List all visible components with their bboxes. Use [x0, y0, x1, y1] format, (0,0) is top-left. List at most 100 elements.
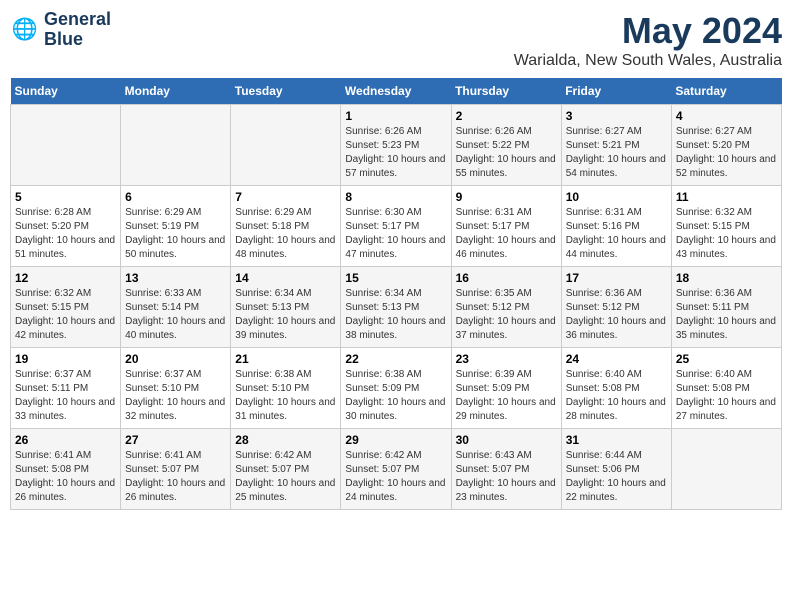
day-number: 30 — [456, 433, 557, 447]
day-info: Sunrise: 6:29 AM Sunset: 5:18 PM Dayligh… — [235, 206, 336, 262]
calendar-cell — [671, 429, 781, 510]
calendar-header: SundayMondayTuesdayWednesdayThursdayFrid… — [11, 78, 782, 105]
weekday-row: SundayMondayTuesdayWednesdayThursdayFrid… — [11, 78, 782, 105]
day-number: 12 — [15, 271, 116, 285]
day-info: Sunrise: 6:38 AM Sunset: 5:10 PM Dayligh… — [235, 368, 336, 424]
week-row: 12 Sunrise: 6:32 AM Sunset: 5:15 PM Dayli… — [11, 267, 782, 348]
day-number: 21 — [235, 352, 336, 366]
weekday-header: Tuesday — [231, 78, 341, 105]
day-info: Sunrise: 6:26 AM Sunset: 5:23 PM Dayligh… — [345, 125, 446, 181]
day-info: Sunrise: 6:32 AM Sunset: 5:15 PM Dayligh… — [676, 206, 777, 262]
day-info: Sunrise: 6:35 AM Sunset: 5:12 PM Dayligh… — [456, 287, 557, 343]
calendar-cell: 29 Sunrise: 6:42 AM Sunset: 5:07 PM Dayli… — [341, 429, 451, 510]
day-number: 13 — [125, 271, 226, 285]
day-number: 1 — [345, 109, 446, 123]
week-row: 26 Sunrise: 6:41 AM Sunset: 5:08 PM Dayli… — [11, 429, 782, 510]
day-number: 26 — [15, 433, 116, 447]
day-number: 20 — [125, 352, 226, 366]
day-info: Sunrise: 6:42 AM Sunset: 5:07 PM Dayligh… — [235, 449, 336, 505]
calendar-cell: 30 Sunrise: 6:43 AM Sunset: 5:07 PM Dayli… — [451, 429, 561, 510]
day-number: 29 — [345, 433, 446, 447]
day-number: 25 — [676, 352, 777, 366]
calendar-cell: 12 Sunrise: 6:32 AM Sunset: 5:15 PM Dayli… — [11, 267, 121, 348]
day-info: Sunrise: 6:43 AM Sunset: 5:07 PM Dayligh… — [456, 449, 557, 505]
day-number: 22 — [345, 352, 446, 366]
calendar-cell: 10Sunrise: 6:31 AM Sunset: 5:16 PM Dayli… — [561, 186, 671, 267]
day-number: 2 — [456, 109, 557, 123]
calendar-cell: 23 Sunrise: 6:39 AM Sunset: 5:09 PM Dayli… — [451, 348, 561, 429]
day-info: Sunrise: 6:42 AM Sunset: 5:07 PM Dayligh… — [345, 449, 446, 505]
calendar-body: 1 Sunrise: 6:26 AM Sunset: 5:23 PM Daylig… — [11, 105, 782, 510]
weekday-header: Wednesday — [341, 78, 451, 105]
day-info: Sunrise: 6:27 AM Sunset: 5:21 PM Dayligh… — [566, 125, 667, 181]
day-info: Sunrise: 6:26 AM Sunset: 5:22 PM Dayligh… — [456, 125, 557, 181]
calendar-cell: 2 Sunrise: 6:26 AM Sunset: 5:22 PM Daylig… — [451, 105, 561, 186]
weekday-header: Saturday — [671, 78, 781, 105]
day-number: 6 — [125, 190, 226, 204]
day-info: Sunrise: 6:31 AM Sunset: 5:17 PM Dayligh… — [456, 206, 557, 262]
day-number: 7 — [235, 190, 336, 204]
day-info: Sunrise: 6:29 AM Sunset: 5:19 PM Dayligh… — [125, 206, 226, 262]
calendar-cell: 1 Sunrise: 6:26 AM Sunset: 5:23 PM Daylig… — [341, 105, 451, 186]
logo-line2: Blue — [44, 30, 111, 50]
calendar-table: SundayMondayTuesdayWednesdayThursdayFrid… — [10, 78, 782, 510]
day-info: Sunrise: 6:28 AM Sunset: 5:20 PM Dayligh… — [15, 206, 116, 262]
day-number: 27 — [125, 433, 226, 447]
calendar-cell: 21 Sunrise: 6:38 AM Sunset: 5:10 PM Dayli… — [231, 348, 341, 429]
day-number: 31 — [566, 433, 667, 447]
day-number: 16 — [456, 271, 557, 285]
day-number: 19 — [15, 352, 116, 366]
weekday-header: Thursday — [451, 78, 561, 105]
week-row: 5Sunrise: 6:28 AM Sunset: 5:20 PM Daylig… — [11, 186, 782, 267]
calendar-cell: 3 Sunrise: 6:27 AM Sunset: 5:21 PM Daylig… — [561, 105, 671, 186]
location-title: Warialda, New South Wales, Australia — [514, 52, 782, 70]
weekday-header: Sunday — [11, 78, 121, 105]
calendar-cell: 7 Sunrise: 6:29 AM Sunset: 5:18 PM Daylig… — [231, 186, 341, 267]
day-info: Sunrise: 6:41 AM Sunset: 5:08 PM Dayligh… — [15, 449, 116, 505]
calendar-cell: 14Sunrise: 6:34 AM Sunset: 5:13 PM Dayli… — [231, 267, 341, 348]
calendar-cell: 11 Sunrise: 6:32 AM Sunset: 5:15 PM Dayli… — [671, 186, 781, 267]
logo: 🌐 General Blue — [10, 10, 111, 50]
week-row: 1 Sunrise: 6:26 AM Sunset: 5:23 PM Daylig… — [11, 105, 782, 186]
day-number: 24 — [566, 352, 667, 366]
day-info: Sunrise: 6:36 AM Sunset: 5:12 PM Dayligh… — [566, 287, 667, 343]
day-info: Sunrise: 6:40 AM Sunset: 5:08 PM Dayligh… — [676, 368, 777, 424]
calendar-cell: 26 Sunrise: 6:41 AM Sunset: 5:08 PM Dayli… — [11, 429, 121, 510]
day-number: 14 — [235, 271, 336, 285]
day-info: Sunrise: 6:40 AM Sunset: 5:08 PM Dayligh… — [566, 368, 667, 424]
calendar-cell: 18 Sunrise: 6:36 AM Sunset: 5:11 PM Dayli… — [671, 267, 781, 348]
day-info: Sunrise: 6:37 AM Sunset: 5:11 PM Dayligh… — [15, 368, 116, 424]
calendar-cell: 16 Sunrise: 6:35 AM Sunset: 5:12 PM Dayli… — [451, 267, 561, 348]
day-number: 9 — [456, 190, 557, 204]
day-number: 4 — [676, 109, 777, 123]
logo-icon: 🌐 — [10, 15, 40, 45]
calendar-cell: 9 Sunrise: 6:31 AM Sunset: 5:17 PM Daylig… — [451, 186, 561, 267]
day-number: 23 — [456, 352, 557, 366]
calendar-cell: 19 Sunrise: 6:37 AM Sunset: 5:11 PM Dayli… — [11, 348, 121, 429]
day-info: Sunrise: 6:37 AM Sunset: 5:10 PM Dayligh… — [125, 368, 226, 424]
calendar-cell: 17Sunrise: 6:36 AM Sunset: 5:12 PM Dayli… — [561, 267, 671, 348]
svg-text:🌐: 🌐 — [12, 16, 38, 41]
logo-line1: General — [44, 10, 111, 30]
calendar-cell — [11, 105, 121, 186]
day-info: Sunrise: 6:39 AM Sunset: 5:09 PM Dayligh… — [456, 368, 557, 424]
day-number: 18 — [676, 271, 777, 285]
day-info: Sunrise: 6:38 AM Sunset: 5:09 PM Dayligh… — [345, 368, 446, 424]
title-block: May 2024 Warialda, New South Wales, Aust… — [514, 10, 782, 70]
day-info: Sunrise: 6:27 AM Sunset: 5:20 PM Dayligh… — [676, 125, 777, 181]
day-info: Sunrise: 6:30 AM Sunset: 5:17 PM Dayligh… — [345, 206, 446, 262]
day-info: Sunrise: 6:33 AM Sunset: 5:14 PM Dayligh… — [125, 287, 226, 343]
calendar-cell: 13 Sunrise: 6:33 AM Sunset: 5:14 PM Dayli… — [121, 267, 231, 348]
month-title: May 2024 — [514, 10, 782, 52]
weekday-header: Monday — [121, 78, 231, 105]
day-number: 11 — [676, 190, 777, 204]
day-number: 8 — [345, 190, 446, 204]
day-info: Sunrise: 6:31 AM Sunset: 5:16 PM Dayligh… — [566, 206, 667, 262]
calendar-cell: 31Sunrise: 6:44 AM Sunset: 5:06 PM Dayli… — [561, 429, 671, 510]
calendar-cell: 6 Sunrise: 6:29 AM Sunset: 5:19 PM Daylig… — [121, 186, 231, 267]
day-info: Sunrise: 6:36 AM Sunset: 5:11 PM Dayligh… — [676, 287, 777, 343]
weekday-header: Friday — [561, 78, 671, 105]
day-number: 3 — [566, 109, 667, 123]
day-info: Sunrise: 6:34 AM Sunset: 5:13 PM Dayligh… — [345, 287, 446, 343]
day-info: Sunrise: 6:32 AM Sunset: 5:15 PM Dayligh… — [15, 287, 116, 343]
